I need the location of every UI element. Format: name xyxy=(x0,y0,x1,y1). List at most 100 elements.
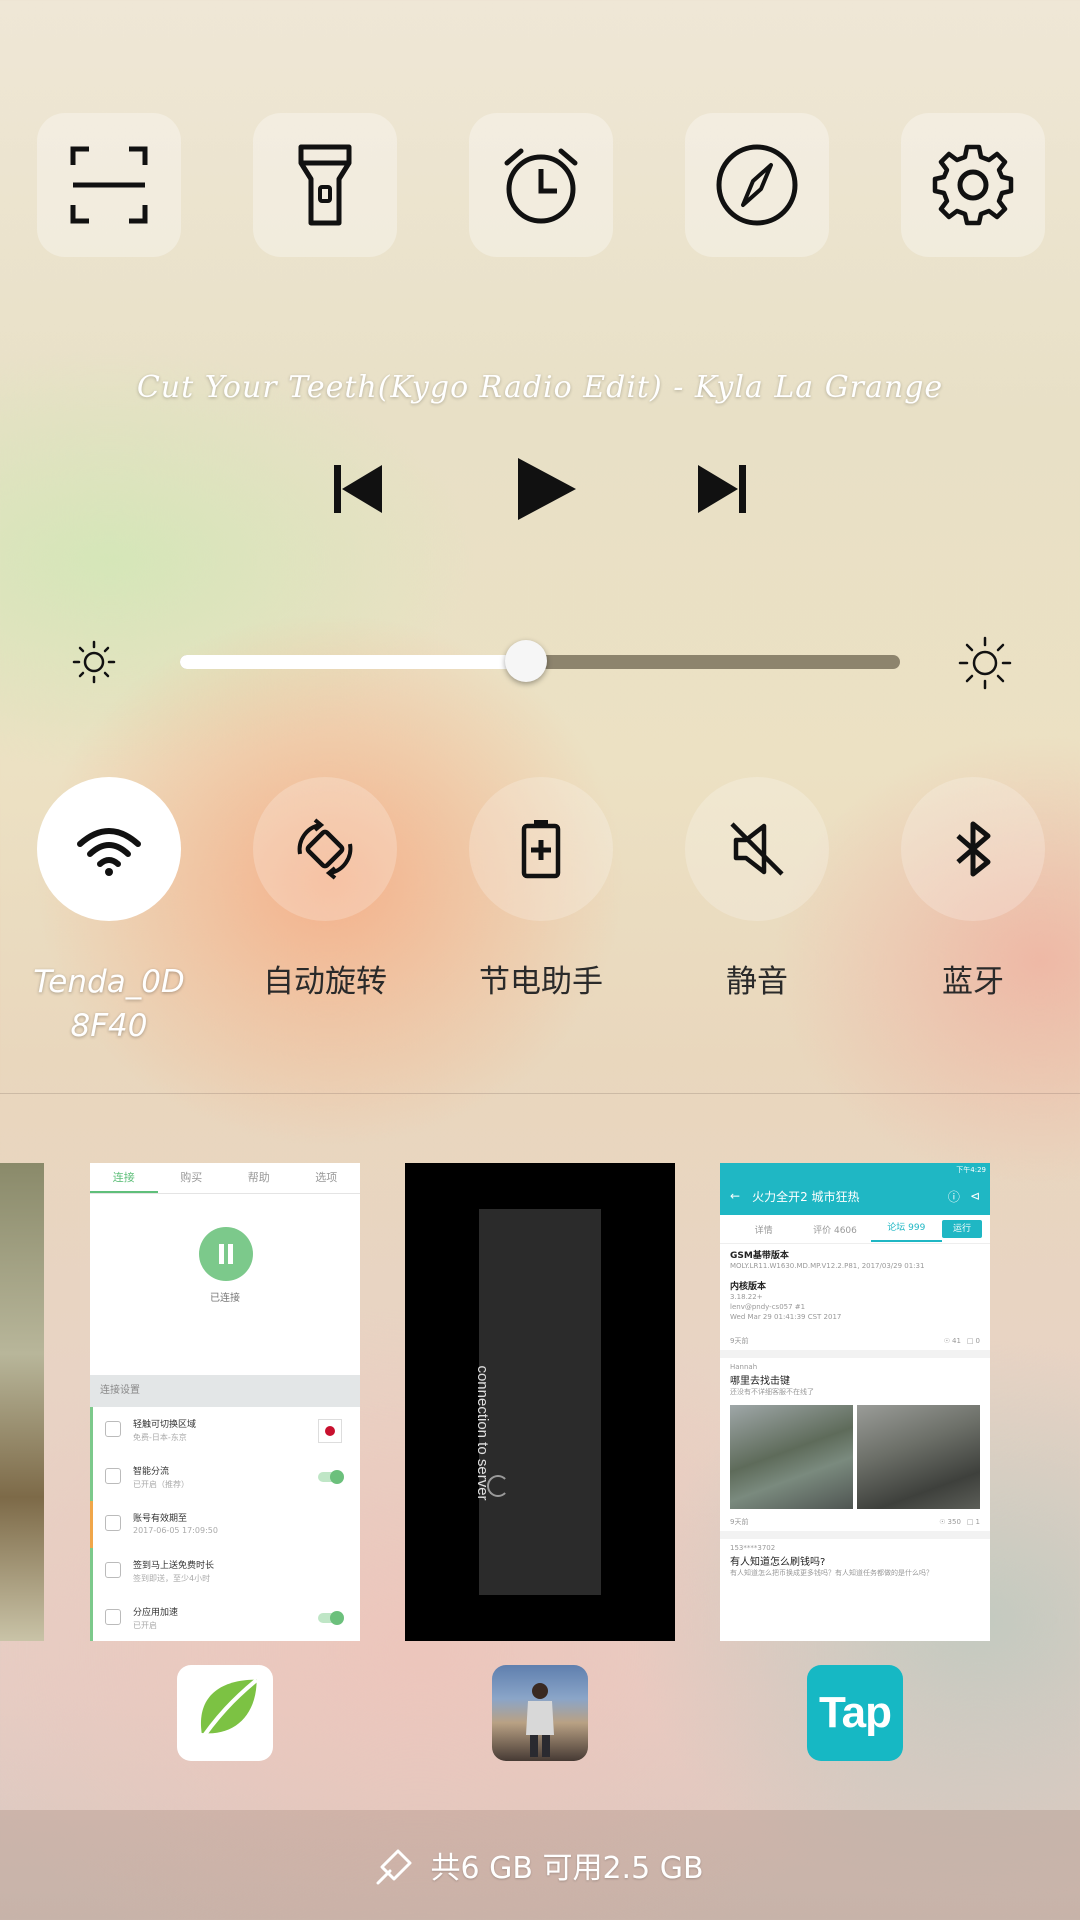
recent-card-game[interactable]: connection to server xyxy=(405,1163,675,1641)
auto-rotate-label: 自动旋转 xyxy=(263,964,387,1000)
status-bar-time: 下午4:29 xyxy=(720,1163,990,1177)
alarm-button[interactable] xyxy=(469,113,613,257)
recent-card-forum[interactable]: 下午4:29 ← 火力全开2 城市狂热 ⓘ ⊲ 详情 评价 4606 论坛 99… xyxy=(720,1163,990,1641)
vpn-setting-row: 轻触可切换区域 免费-日本-东京 xyxy=(90,1407,360,1454)
vpn-tab: 帮助 xyxy=(247,1171,270,1184)
vpn-setting-row: 智能分流 已开启（推荐） xyxy=(90,1454,360,1501)
switch-on xyxy=(318,1470,344,1484)
vpn-setting-row: 分应用加速 已开启 xyxy=(90,1595,360,1641)
wifi-label-line: 8F40 xyxy=(70,1008,148,1044)
comment-icon: □ xyxy=(966,1337,974,1345)
post-text: MOLY.LR11.W1630.MD.MP.V12.2.P81, 2017/03… xyxy=(730,1262,925,1270)
bluetooth-toggle[interactable] xyxy=(901,777,1045,921)
broom-clean-icon xyxy=(376,1849,412,1885)
brightness-low-icon xyxy=(72,640,116,684)
game-app-icon[interactable] xyxy=(492,1665,588,1761)
battery-saver-toggle[interactable] xyxy=(469,777,613,921)
post-image xyxy=(857,1405,980,1509)
taptap-app-icon[interactable]: Tap xyxy=(807,1665,903,1761)
recent-card-partial[interactable] xyxy=(0,1163,44,1641)
post-time: 9天前 xyxy=(730,1337,749,1345)
next-track-button[interactable] xyxy=(682,450,762,528)
loading-spinner-icon xyxy=(487,1475,509,1497)
pause-icon xyxy=(199,1227,253,1281)
run-button: 运行 xyxy=(941,1220,982,1238)
battery-saver-icon xyxy=(521,820,561,879)
bluetooth-label: 蓝牙 xyxy=(942,964,1004,1000)
leaf-vpn-app-icon[interactable] xyxy=(177,1665,273,1761)
comment-count: 0 xyxy=(975,1337,980,1345)
post-text: lenv@pndy-cs057 #1 xyxy=(730,1303,806,1311)
play-button[interactable] xyxy=(500,450,590,528)
post-images xyxy=(720,1401,990,1513)
post-text: Wed Mar 29 01:41:39 CST 2017 xyxy=(730,1313,842,1321)
views-icon: ☉ xyxy=(943,1337,950,1345)
forum-post: 153****3702 有人知道怎么刷钱吗? 有人知道怎么把币换成更多钱吗？有人… xyxy=(720,1539,990,1582)
gear-icon xyxy=(105,1609,121,1625)
vpn-tab: 连接 xyxy=(90,1163,158,1193)
share-icon: ⊲ xyxy=(969,1189,980,1203)
vpn-setting-row: 账号有效期至 2017-06-05 17:09:50 xyxy=(90,1501,360,1548)
brightness-slider-knob[interactable] xyxy=(504,640,547,682)
compass-button[interactable] xyxy=(685,113,829,257)
auto-rotate-icon xyxy=(297,818,353,880)
brightness-high-icon xyxy=(958,636,1012,690)
forum-tabs: 详情 评价 4606 论坛 999 运行 xyxy=(720,1215,990,1244)
post-author: 153****3702 xyxy=(730,1544,776,1552)
auto-rotate-toggle[interactable] xyxy=(253,777,397,921)
comment-icon: □ xyxy=(966,1518,974,1526)
post-heading: 哪里去找击键 xyxy=(730,1376,790,1387)
row-title: 智能分流 xyxy=(133,1467,170,1477)
storage-text: 共6 GB 可用2.5 GB xyxy=(430,1851,704,1886)
wifi-label-line: Tenda_0D xyxy=(33,964,185,1000)
post-text: 还没有不详细客服不在线了 xyxy=(730,1388,814,1396)
row-subtitle: 2017-06-05 17:09:50 xyxy=(133,1526,218,1535)
flag-icon xyxy=(105,1562,121,1578)
recent-card-vpn[interactable]: 连接 购买 帮助 选项 已连接 连接设置 轻触可切换区域 免费-日本-东京 智能… xyxy=(90,1163,360,1641)
leaf-icon xyxy=(194,1679,258,1749)
play-icon xyxy=(518,458,576,520)
view-count: 41 xyxy=(951,1337,961,1345)
forum-tab: 详情 xyxy=(754,1225,773,1236)
row-subtitle: 签到即送，至少4小时 xyxy=(133,1574,211,1583)
divider xyxy=(0,1093,1080,1094)
row-title: 账号有效期至 xyxy=(133,1514,188,1524)
settings-button[interactable] xyxy=(901,113,1045,257)
info-icon: ⓘ xyxy=(947,1189,960,1204)
mute-toggle[interactable] xyxy=(685,777,829,921)
views-icon: ☉ xyxy=(939,1518,946,1526)
japan-flag-icon xyxy=(318,1419,342,1443)
wifi-toggle[interactable] xyxy=(37,777,181,921)
cloud-icon xyxy=(105,1468,121,1484)
forum-app-bar: ← 火力全开2 城市狂热 ⓘ ⊲ xyxy=(720,1177,990,1215)
memory-clean-bar[interactable]: 共6 GB 可用2.5 GB xyxy=(0,1810,1080,1920)
back-arrow-icon: ← xyxy=(730,1189,741,1203)
flashlight-icon xyxy=(298,144,352,226)
post-text: 3.18.22+ xyxy=(730,1293,763,1301)
song-title: Cut Your Teeth(Kygo Radio Edit) - Kyla L… xyxy=(136,370,944,405)
bluetooth-icon xyxy=(956,821,991,877)
row-title: 轻触可切换区域 xyxy=(133,1420,197,1430)
vpn-setting-row: 签到马上送免费时长 签到即送，至少4小时 xyxy=(90,1548,360,1595)
vpn-tab: 选项 xyxy=(315,1171,338,1184)
compass-icon xyxy=(716,144,798,226)
post-time: 9天前 xyxy=(730,1518,749,1526)
vpn-status: 已连接 xyxy=(210,1293,240,1304)
post-image xyxy=(730,1405,853,1509)
row-title: 签到马上送免费时长 xyxy=(133,1561,215,1571)
previous-track-button[interactable] xyxy=(318,450,398,528)
alarm-clock-icon xyxy=(504,148,578,224)
vpn-tab: 购买 xyxy=(180,1171,203,1184)
flashlight-button[interactable] xyxy=(253,113,397,257)
wifi-label: Tenda_0D 8F40 xyxy=(1,960,217,1048)
switch-on xyxy=(318,1611,344,1625)
post-heading: 内核版本 xyxy=(730,1282,767,1292)
character-icon xyxy=(526,1683,554,1757)
forum-title: 火力全开2 城市狂热 xyxy=(752,1189,860,1204)
screenshot-scan-button[interactable] xyxy=(37,113,181,257)
post-author: Hannah xyxy=(730,1363,758,1371)
row-subtitle: 已开启 xyxy=(133,1621,157,1630)
comment-count: 1 xyxy=(975,1518,980,1526)
separator xyxy=(720,1350,990,1358)
forum-post: GSM基带版本 MOLY.LR11.W1630.MD.MP.V12.2.P81,… xyxy=(720,1244,990,1350)
